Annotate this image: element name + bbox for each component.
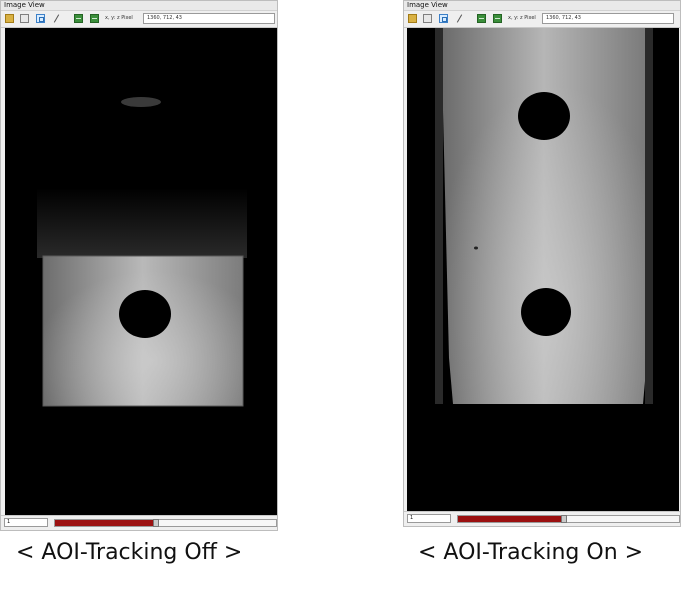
image-view-window-right: Image View x, y: z Pixel 1360, 712, 43 1 (403, 0, 681, 527)
coordinate-label: x, y: z Pixel (508, 15, 536, 21)
image-canvas[interactable] (407, 28, 679, 514)
caption-aoi-tracking-off: < AOI-Tracking Off > (16, 540, 243, 565)
fit-height-icon[interactable] (90, 14, 99, 23)
status-bar: 1 (1, 515, 277, 530)
camera-image (407, 28, 679, 514)
frame-slider[interactable] (54, 519, 277, 527)
frame-progress-fill (458, 516, 562, 522)
frame-slider[interactable] (457, 515, 680, 523)
image-view-window-left: Image View x, y: z Pixel 1360, 712, 43 1 (0, 0, 278, 531)
open-folder-icon[interactable] (5, 14, 14, 23)
toolbar: x, y: z Pixel 1360, 712, 43 (404, 11, 680, 28)
frame-progress-fill (55, 520, 155, 526)
coordinate-field[interactable]: 1360, 712, 43 (542, 13, 674, 24)
fit-width-icon[interactable] (477, 14, 486, 23)
coordinate-field[interactable]: 1360, 712, 43 (143, 13, 275, 24)
window-title: Image View (404, 1, 680, 11)
window-title: Image View (1, 1, 277, 11)
copy-icon[interactable] (423, 14, 432, 23)
open-folder-icon[interactable] (408, 14, 417, 23)
caption-aoi-tracking-on: < AOI-Tracking On > (418, 540, 644, 565)
toolbar: x, y: z Pixel 1360, 712, 43 (1, 11, 277, 28)
line-icon[interactable] (52, 14, 61, 23)
copy-icon[interactable] (20, 14, 29, 23)
frame-number-field[interactable]: 1 (407, 514, 451, 523)
fit-height-icon[interactable] (493, 14, 502, 23)
image-canvas[interactable] (5, 28, 277, 518)
rectangle-aoi-icon[interactable] (36, 14, 45, 23)
fit-width-icon[interactable] (74, 14, 83, 23)
frame-slider-thumb[interactable] (153, 519, 160, 527)
line-icon[interactable] (455, 14, 464, 23)
status-bar: 1 (404, 511, 680, 526)
camera-image (5, 28, 277, 518)
frame-number-field[interactable]: 1 (4, 518, 48, 527)
rectangle-aoi-icon[interactable] (439, 14, 448, 23)
coordinate-label: x, y: z Pixel (105, 15, 133, 21)
frame-slider-thumb[interactable] (560, 515, 567, 523)
